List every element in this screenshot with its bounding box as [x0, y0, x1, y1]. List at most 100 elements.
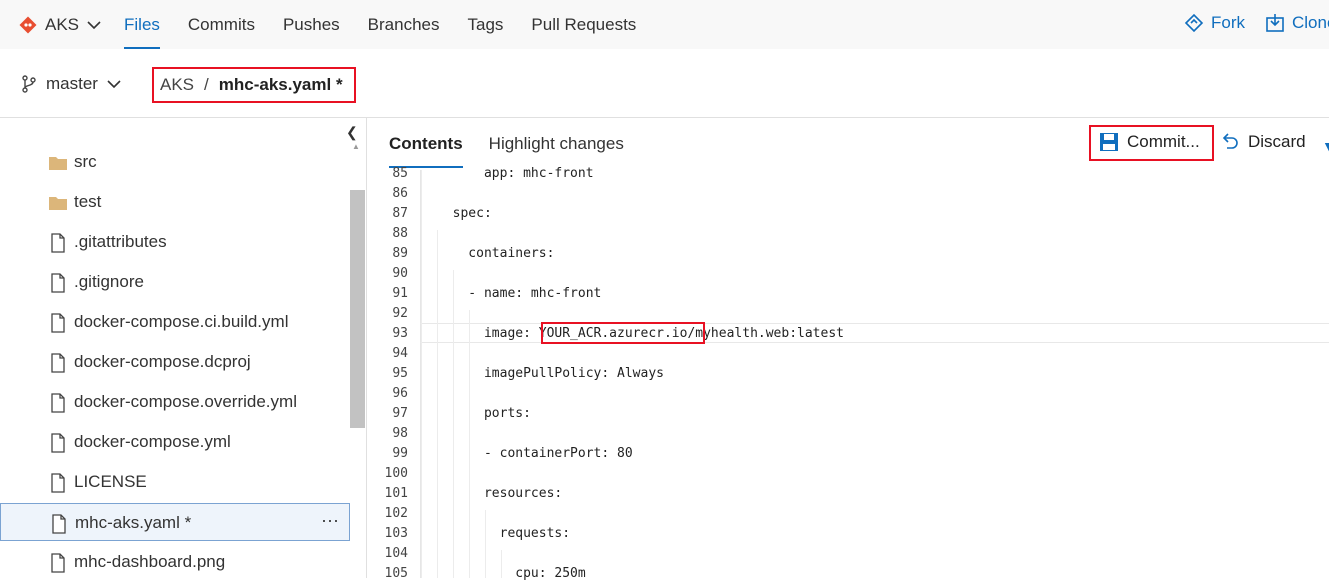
breadcrumb-file: mhc-aks.yaml *: [218, 75, 343, 94]
breadcrumb-repo[interactable]: AKS: [160, 75, 194, 95]
code-line[interactable]: - containerPort: 80: [437, 446, 633, 461]
indent-guide: [421, 170, 422, 578]
collapse-sidebar-icon[interactable]: ❮: [346, 124, 358, 141]
folder-icon: [48, 153, 68, 173]
tab-contents[interactable]: Contents: [376, 118, 476, 170]
tree-file[interactable]: LICENSE: [0, 463, 350, 501]
line-number: 87: [392, 206, 408, 221]
top-nav-bar: AKS Files Commits Pushes Branches Tags P…: [0, 0, 1329, 49]
tree-file[interactable]: docker-compose.dcproj: [0, 343, 350, 381]
tab-files[interactable]: Files: [110, 0, 174, 49]
fork-label: Fork: [1211, 13, 1245, 32]
file-icon: [48, 313, 68, 333]
breadcrumb-separator: /: [204, 75, 209, 94]
repo-tabs: Files Commits Pushes Branches Tags Pull …: [110, 0, 650, 49]
indent-guide: [437, 230, 438, 578]
tree-item-label: mhc-dashboard.png: [74, 552, 226, 571]
tree-item-label: mhc-aks.yaml *: [75, 513, 192, 532]
tree-item-label: src: [74, 152, 97, 171]
file-icon: [48, 553, 68, 573]
line-number: 102: [384, 506, 408, 521]
folder-icon: [48, 193, 68, 213]
save-icon: [1100, 133, 1118, 151]
indent-guide: [485, 510, 486, 578]
chevron-down-icon: [107, 80, 121, 89]
top-actions: Fork Clone: [1184, 13, 1329, 33]
tree-file[interactable]: .gitignore: [0, 263, 350, 301]
discard-label: Discard: [1248, 132, 1306, 151]
file-icon: [48, 353, 68, 373]
tab-tags[interactable]: Tags: [454, 0, 518, 49]
branch-selector[interactable]: master: [21, 74, 121, 94]
file-icon: [48, 233, 68, 253]
line-number: 100: [384, 466, 408, 481]
file-icon: [48, 433, 68, 453]
file-icon: [48, 393, 68, 413]
line-number: 86: [392, 186, 408, 201]
tab-commits[interactable]: Commits: [174, 0, 269, 49]
content-tabs: Contents Highlight changes: [376, 118, 637, 170]
code-line[interactable]: resources:: [437, 486, 562, 501]
line-number: 93: [392, 326, 408, 341]
indent-guide: [469, 310, 470, 578]
line-number: 96: [392, 386, 408, 401]
code-line[interactable]: spec:: [437, 206, 492, 221]
line-number: 95: [392, 366, 408, 381]
tree-file[interactable]: docker-compose.ci.build.yml: [0, 303, 350, 341]
fork-icon: [1184, 13, 1204, 33]
file-icon: [49, 514, 69, 534]
tree-file[interactable]: .gitattributes: [0, 223, 350, 261]
file-icon: [48, 473, 68, 493]
fork-button[interactable]: Fork: [1184, 13, 1245, 33]
tree-file[interactable]: mhc-aks.yaml * ···: [0, 503, 350, 541]
clone-button[interactable]: Clone: [1265, 13, 1329, 33]
more-actions-icon[interactable]: ▼: [1322, 138, 1329, 154]
tree-file[interactable]: docker-compose.override.yml: [0, 383, 350, 421]
scroll-up-icon[interactable]: ▲: [352, 142, 360, 151]
code-line[interactable]: cpu: 250m: [437, 566, 585, 581]
line-number: 101: [384, 486, 408, 501]
undo-icon: [1222, 133, 1238, 149]
tab-pull-requests[interactable]: Pull Requests: [517, 0, 650, 49]
tab-branches[interactable]: Branches: [354, 0, 454, 49]
more-options-icon[interactable]: ···: [321, 510, 339, 531]
line-number: 91: [392, 286, 408, 301]
code-line[interactable]: ports:: [437, 406, 531, 421]
line-number: 103: [384, 526, 408, 541]
line-number: 85: [392, 166, 408, 181]
sidebar-scrollbar[interactable]: [350, 190, 365, 428]
line-number: 105: [384, 566, 408, 581]
line-number: 94: [392, 346, 408, 361]
line-number: 99: [392, 446, 408, 461]
tree-folder[interactable]: src: [0, 143, 350, 181]
clone-icon: [1266, 14, 1284, 32]
code-line[interactable]: requests:: [437, 526, 570, 541]
tree-file[interactable]: mhc-dashboard.png: [0, 543, 350, 581]
commit-label: Commit...: [1127, 132, 1200, 151]
tab-pushes[interactable]: Pushes: [269, 0, 354, 49]
line-number: 90: [392, 266, 408, 281]
tree-file[interactable]: docker-compose.yml: [0, 423, 350, 461]
code-line[interactable]: - name: mhc-front: [437, 286, 601, 301]
discard-button[interactable]: Discard: [1221, 132, 1306, 152]
tree-folder[interactable]: test: [0, 183, 350, 221]
line-number: 97: [392, 406, 408, 421]
code-line[interactable]: containers:: [437, 246, 554, 261]
acr-highlight: [541, 322, 705, 344]
commit-button[interactable]: Commit...: [1099, 132, 1200, 152]
indent-guide: [453, 270, 454, 578]
code-line[interactable]: app: mhc-front: [437, 166, 594, 181]
repo-selector[interactable]: AKS: [19, 13, 101, 37]
tree-item-label: .gitignore: [74, 272, 144, 291]
line-number: 104: [384, 546, 408, 561]
tab-highlight-changes[interactable]: Highlight changes: [476, 118, 637, 170]
repo-name: AKS: [45, 15, 80, 34]
tree-item-label: test: [74, 192, 102, 211]
file-icon: [48, 273, 68, 293]
indent-guide: [501, 550, 502, 578]
git-logo-icon: [19, 16, 37, 34]
tree-item-label: .gitattributes: [74, 232, 167, 251]
code-line[interactable]: imagePullPolicy: Always: [437, 366, 664, 381]
chevron-down-icon: [87, 21, 101, 30]
branch-name: master: [46, 74, 98, 93]
